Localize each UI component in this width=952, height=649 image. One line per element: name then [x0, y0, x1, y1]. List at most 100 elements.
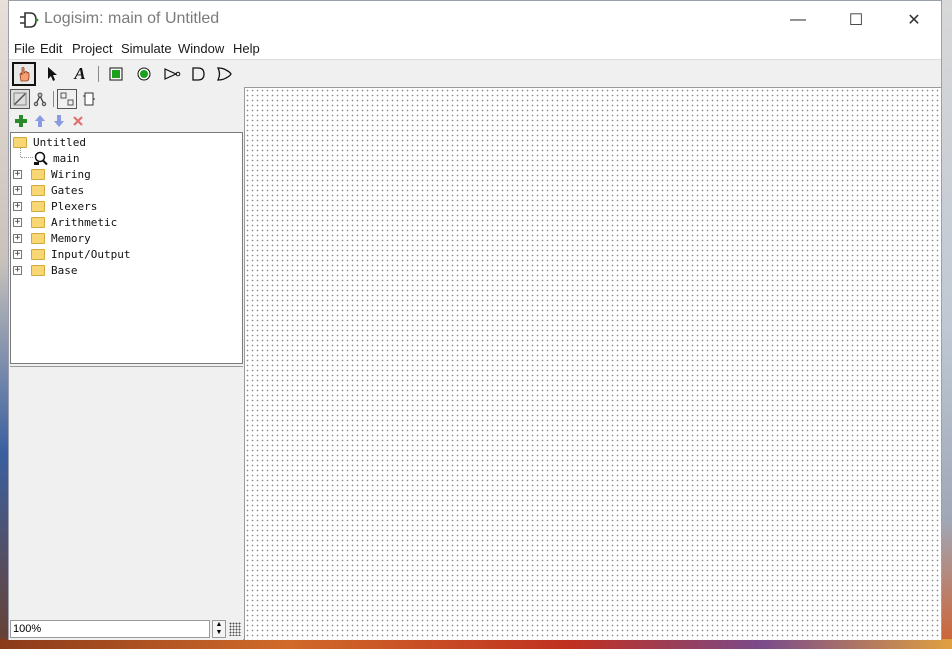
tree-circuit-main[interactable]: main — [33, 150, 80, 166]
input-pin-tool-button[interactable] — [104, 62, 128, 86]
window-title: Logisim: main of Untitled — [44, 10, 220, 27]
menu-project[interactable]: Project — [72, 41, 112, 56]
folder-icon — [31, 248, 45, 260]
app-window: Logisim: main of Untitled — ☐ ✕ File Edi… — [8, 0, 942, 640]
expand-icon[interactable]: + — [13, 185, 22, 195]
main-toolbar: A — [9, 60, 941, 87]
folder-icon — [31, 168, 45, 180]
library-label: Plexers — [51, 199, 98, 213]
not-gate-icon — [164, 68, 181, 80]
move-down-button[interactable] — [49, 111, 69, 131]
panel-separator — [53, 91, 54, 107]
edit-layout-button[interactable] — [57, 89, 77, 109]
menu-help[interactable]: Help — [233, 41, 260, 56]
attribute-table — [10, 366, 243, 619]
layout-icon — [60, 92, 74, 106]
round-pin-icon — [137, 67, 151, 81]
tree-library-wiring[interactable]: + Wiring — [13, 166, 91, 182]
toolbox-view-icon — [13, 92, 27, 106]
menu-window[interactable]: Window — [178, 41, 224, 56]
tree-library-plexers[interactable]: + Plexers — [13, 198, 97, 214]
tree-library-base[interactable]: + Base — [13, 262, 78, 278]
poke-tool-button[interactable] — [12, 62, 36, 86]
menu-bar: File Edit Project Simulate Window Help — [9, 38, 941, 60]
folder-icon — [31, 264, 45, 276]
folder-icon — [31, 200, 45, 212]
or-gate-icon — [216, 67, 232, 81]
spin-up-icon[interactable]: ▲ — [213, 621, 225, 629]
delete-circuit-button[interactable] — [68, 111, 88, 131]
library-label: Arithmetic — [51, 215, 118, 229]
zoom-field[interactable]: 100% — [10, 620, 210, 638]
simulation-tree-icon — [33, 92, 47, 107]
expand-icon[interactable]: + — [13, 265, 22, 275]
expand-icon[interactable]: + — [13, 249, 22, 259]
square-pin-icon — [109, 67, 123, 81]
text-A-icon: A — [74, 64, 86, 83]
arrow-cursor-icon — [48, 67, 57, 81]
circuit-canvas[interactable] — [244, 87, 941, 640]
output-pin-tool-button[interactable] — [132, 62, 156, 86]
edit-tool-button[interactable] — [40, 62, 64, 86]
expand-icon[interactable]: + — [13, 217, 22, 227]
expand-icon[interactable]: + — [13, 169, 22, 179]
library-label: Input/Output — [51, 247, 131, 261]
grid-toggle-icon[interactable] — [229, 622, 241, 636]
arrow-down-icon — [54, 115, 64, 127]
maximize-button[interactable]: ☐ — [827, 1, 885, 38]
spin-down-icon[interactable]: ▼ — [213, 629, 225, 637]
tree-connector — [20, 148, 22, 157]
library-label: Memory — [51, 231, 91, 245]
minimize-button[interactable]: — — [769, 1, 827, 38]
circuit-name: main — [53, 151, 80, 165]
zoom-control: 100% ▲ ▼ — [10, 620, 243, 639]
not-gate-tool-button[interactable] — [160, 62, 184, 86]
tree-library-memory[interactable]: + Memory — [13, 230, 91, 246]
tree-library-gates[interactable]: + Gates — [13, 182, 84, 198]
or-gate-tool-button[interactable] — [212, 62, 236, 86]
tree-project-root[interactable]: Untitled — [13, 134, 86, 150]
add-circuit-button[interactable] — [11, 111, 31, 131]
close-button[interactable]: ✕ — [885, 1, 943, 38]
title-bar[interactable]: Logisim: main of Untitled — ☐ ✕ — [9, 1, 941, 38]
toolbar-separator — [98, 66, 99, 82]
menu-edit[interactable]: Edit — [40, 41, 62, 56]
minimize-icon: — — [790, 10, 806, 28]
desktop-background-right — [942, 0, 952, 649]
plus-icon — [15, 115, 27, 127]
delete-x-icon — [73, 116, 83, 126]
desktop-background-bottom — [0, 639, 952, 649]
tree-library-arithmetic[interactable]: + Arithmetic — [13, 214, 117, 230]
menu-simulate[interactable]: Simulate — [121, 41, 172, 56]
folder-icon — [13, 136, 27, 148]
folder-icon — [31, 216, 45, 228]
move-up-button[interactable] — [30, 111, 50, 131]
project-name: Untitled — [33, 135, 86, 149]
arrow-up-icon — [35, 115, 45, 127]
folder-icon — [31, 232, 45, 244]
expand-icon[interactable]: + — [13, 201, 22, 211]
logisim-logo-icon — [20, 12, 39, 28]
library-label: Base — [51, 263, 78, 277]
menu-file[interactable]: File — [14, 41, 35, 56]
toolbox-view-button[interactable] — [10, 89, 30, 109]
folder-icon — [31, 184, 45, 196]
and-gate-icon — [192, 67, 205, 81]
library-label: Gates — [51, 183, 85, 197]
tree-connector — [21, 157, 33, 159]
zoom-spinner[interactable]: ▲ ▼ — [212, 620, 226, 638]
expand-icon[interactable]: + — [13, 233, 22, 243]
edit-appearance-button[interactable] — [79, 89, 99, 109]
simulation-view-button[interactable] — [30, 89, 50, 109]
magnifier-circuit-icon — [34, 151, 48, 165]
close-icon: ✕ — [907, 11, 921, 29]
and-gate-tool-button[interactable] — [186, 62, 210, 86]
left-panel: Untitled main + Wiring + Gates + Plexers… — [9, 87, 243, 640]
library-label: Wiring — [51, 167, 91, 181]
maximize-icon: ☐ — [848, 11, 864, 29]
tree-library-input-output[interactable]: + Input/Output — [13, 246, 130, 262]
appearance-icon — [83, 92, 95, 106]
explorer-tree: Untitled main + Wiring + Gates + Plexers… — [10, 132, 243, 364]
hand-icon — [19, 67, 30, 82]
text-tool-button[interactable]: A — [68, 62, 92, 86]
